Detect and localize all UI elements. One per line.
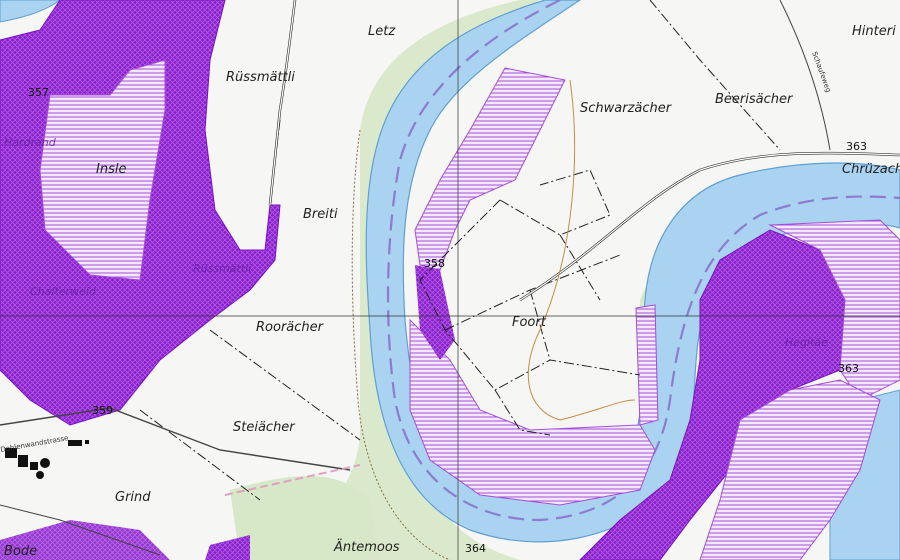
spot-height: 363: [846, 140, 867, 153]
spot-height: 363: [838, 362, 859, 375]
place-label-letz: Letz: [368, 24, 396, 39]
spot-height: 364: [465, 542, 486, 555]
place-label-russmattli: Rüssmättli: [226, 70, 295, 85]
hatched-zone: [635, 304, 659, 426]
zone-label-hardrand: Hardrand: [4, 136, 56, 149]
trail: [527, 79, 636, 421]
place-label-hinteri: Hinteri B: [852, 24, 900, 39]
place-label-schwarzacher: Schwarzächer: [580, 101, 672, 116]
place-label-rooracher: Roorächer: [256, 320, 323, 335]
place-label-chruzacher: Chrüzacher: [842, 162, 900, 177]
place-label-bode: Bode: [4, 544, 38, 559]
spot-height: 359: [92, 404, 113, 417]
place-label-foort: Foort: [512, 315, 546, 330]
zone-label-russmatteli: Rüssmättli: [193, 262, 252, 275]
map-viewport[interactable]: Letz Rüssmättli Hinteri B Schwarzächer B…: [0, 0, 900, 560]
zone-label-hegitae: Hegitäe: [785, 336, 828, 349]
place-label-antemoos: Äntemoos: [334, 540, 400, 555]
zone-label-chalterweid: Chalterweid: [30, 285, 96, 298]
place-label-beerisacher: Beerisächer: [715, 92, 793, 107]
protected-zone: [205, 535, 250, 560]
place-label-breiti: Breiti: [303, 207, 338, 222]
place-label-insle: Insle: [96, 162, 127, 177]
spot-height: 358: [424, 257, 445, 270]
map-canvas[interactable]: [0, 0, 900, 560]
place-label-steiacher: Steiächer: [233, 420, 295, 435]
spot-height: 357: [28, 86, 49, 99]
place-label-grind: Grind: [115, 490, 151, 505]
